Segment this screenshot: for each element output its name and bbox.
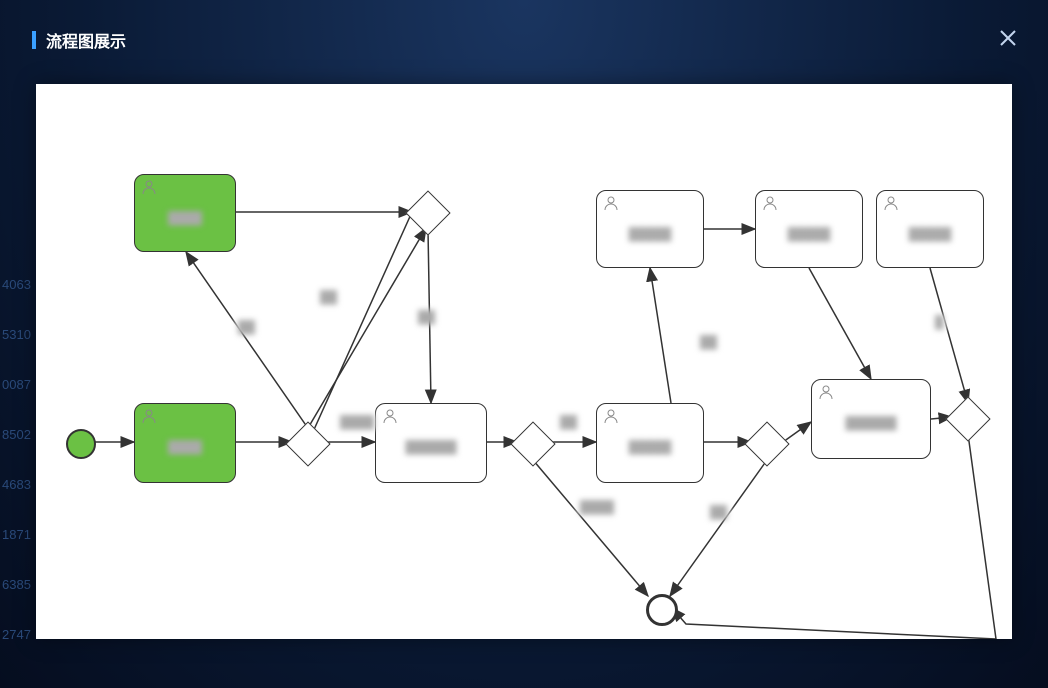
user-icon (141, 408, 157, 424)
task-label: ██████ (820, 416, 922, 430)
task-label: █████ (605, 440, 695, 454)
user-task[interactable]: ██████ (375, 403, 487, 483)
gateway[interactable] (285, 421, 330, 466)
user-icon (382, 408, 398, 424)
gateway[interactable] (405, 190, 450, 235)
close-button[interactable] (998, 28, 1018, 48)
end-event[interactable] (646, 594, 678, 626)
gateway[interactable] (945, 396, 990, 441)
gateway[interactable] (744, 421, 789, 466)
edge-label: █ (931, 314, 948, 330)
user-icon (818, 384, 834, 400)
edge-label: ██ (316, 289, 341, 305)
task-label: ████ (143, 440, 227, 454)
user-task[interactable]: ████ (134, 403, 236, 483)
background-data-rows: 40635310 00878502 46831871 63852747 (0, 260, 31, 660)
edge-label: ████ (336, 414, 378, 430)
user-icon (603, 408, 619, 424)
header-accent-bar (32, 31, 36, 49)
task-label: █████ (764, 227, 854, 241)
edge-label: ██ (556, 414, 581, 430)
user-task[interactable]: █████ (596, 190, 704, 268)
user-icon (762, 195, 778, 211)
user-icon (603, 195, 619, 211)
edge-label: ██ (414, 309, 439, 325)
modal-title: 流程图展示 (46, 28, 126, 52)
flowchart-canvas[interactable]: ████████████████████████████████████████… (36, 84, 1012, 639)
gateway[interactable] (510, 421, 555, 466)
task-label: ████ (143, 211, 227, 225)
edge-label: ████ (576, 499, 618, 515)
user-task[interactable]: █████ (755, 190, 863, 268)
edge-label: ██ (234, 319, 259, 335)
modal-header: 流程图展示 (32, 28, 126, 52)
edge-label: ██ (696, 334, 721, 350)
user-task[interactable]: █████ (596, 403, 704, 483)
user-task[interactable]: ████ (134, 174, 236, 252)
close-icon (998, 28, 1018, 48)
start-event[interactable] (66, 429, 96, 459)
task-label: █████ (605, 227, 695, 241)
user-icon (141, 179, 157, 195)
task-label: █████ (885, 227, 975, 241)
nodes-layer: ████████████████████████████████████████… (36, 84, 1012, 639)
user-icon (883, 195, 899, 211)
user-task[interactable]: █████ (876, 190, 984, 268)
edge-label: ██ (706, 504, 731, 520)
task-label: ██████ (384, 440, 478, 454)
user-task[interactable]: ██████ (811, 379, 931, 459)
